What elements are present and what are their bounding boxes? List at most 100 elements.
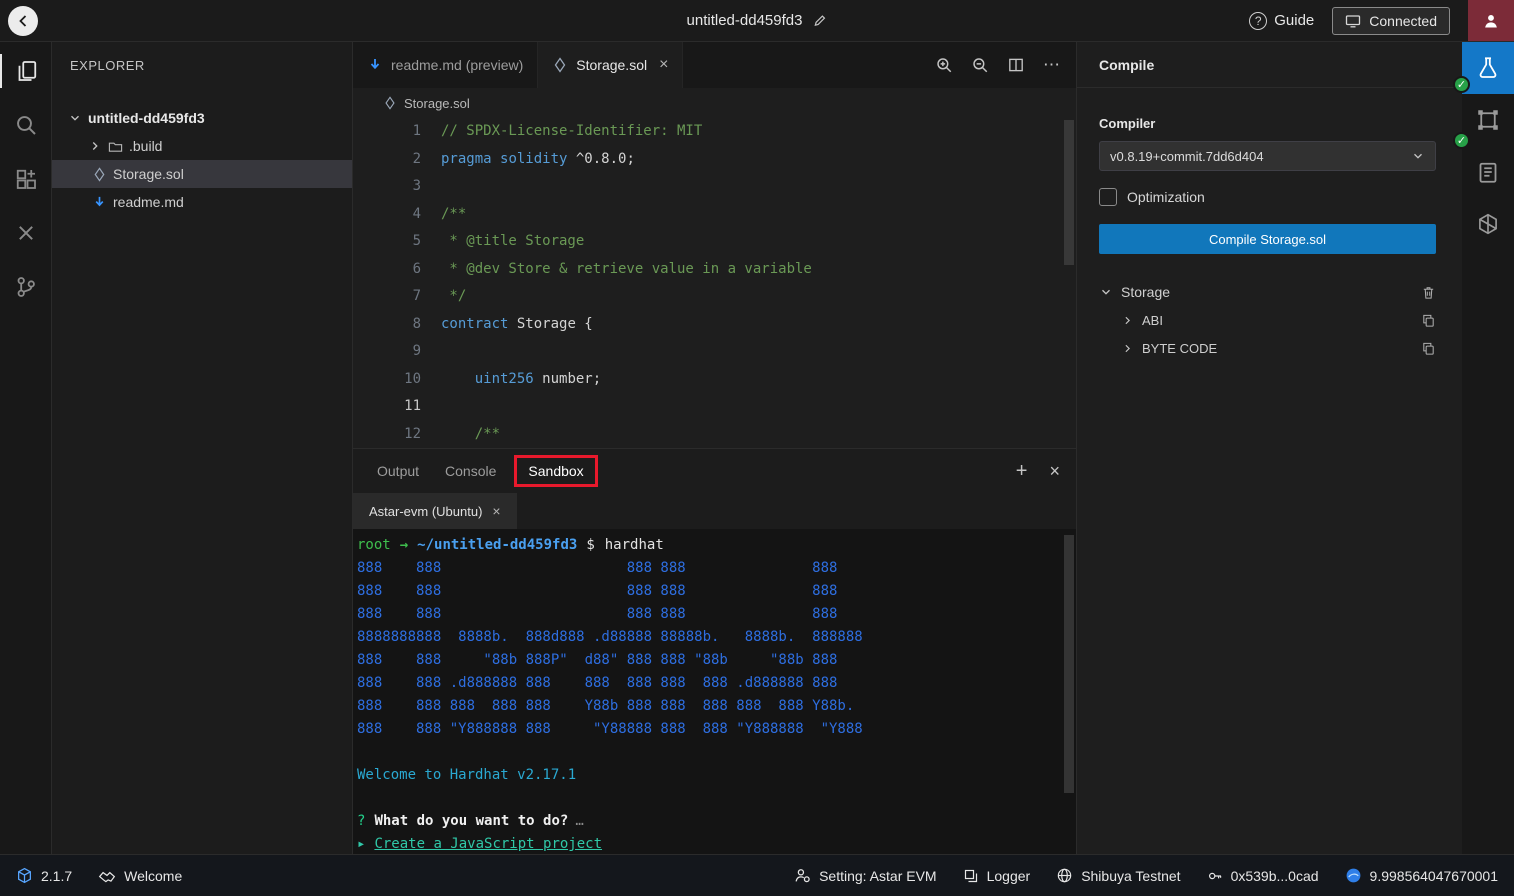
sidebar-item-disconnect[interactable] bbox=[0, 216, 52, 250]
delete-icon[interactable] bbox=[1421, 285, 1436, 300]
code-line[interactable]: 5 * @title Storage bbox=[353, 228, 1076, 256]
compile-button[interactable]: Compile Storage.sol bbox=[1099, 224, 1436, 254]
close-panel-icon[interactable]: × bbox=[1049, 461, 1060, 482]
panel-tab-output[interactable]: Output bbox=[369, 457, 427, 485]
code-line[interactable]: 7 */ bbox=[353, 283, 1076, 311]
file-tree: untitled-dd459fd3 .build Storage.sol rea… bbox=[52, 104, 352, 216]
line-number: 1 bbox=[353, 118, 421, 146]
optimization-checkbox[interactable] bbox=[1099, 188, 1117, 206]
contract-name: Storage bbox=[1121, 284, 1170, 300]
prompt-symbol: $ bbox=[586, 537, 594, 553]
line-content: */ bbox=[421, 283, 466, 311]
ascii-art-line: 888 888 "88b 888P" d88" 888 888 "88b "88… bbox=[357, 649, 1076, 672]
code-editor[interactable]: 1// SPDX-License-Identifier: MIT2pragma … bbox=[353, 118, 1076, 448]
sidebar-item-source-control[interactable] bbox=[0, 270, 52, 304]
code-line[interactable]: 9 bbox=[353, 338, 1076, 366]
terminal-option-line[interactable]: ▸Create a JavaScript project bbox=[357, 833, 1076, 854]
edit-title-icon[interactable] bbox=[812, 13, 827, 28]
code-line[interactable]: 3 bbox=[353, 173, 1076, 201]
setting-astar-evm[interactable]: Setting: Astar EVM bbox=[794, 867, 937, 884]
new-terminal-icon[interactable]: + bbox=[1016, 460, 1028, 483]
network-indicator[interactable]: Shibuya Testnet bbox=[1056, 867, 1180, 884]
contract-storage-row[interactable]: Storage bbox=[1099, 278, 1436, 306]
chevron-right-icon bbox=[1121, 342, 1134, 355]
bytecode-row[interactable]: BYTE CODE bbox=[1099, 334, 1436, 362]
person-gear-icon bbox=[794, 867, 811, 884]
tab-readme[interactable]: readme.md (preview) bbox=[353, 42, 538, 88]
editor-actions: ⋯ bbox=[935, 42, 1076, 88]
terminal-blank-line bbox=[357, 741, 1076, 764]
code-line[interactable]: 2pragma solidity ^0.8.0; bbox=[353, 146, 1076, 174]
activity-bar-right: ✓ ✓ bbox=[1462, 42, 1514, 854]
more-actions-icon[interactable]: ⋯ bbox=[1043, 55, 1060, 75]
panel-item-ai[interactable] bbox=[1462, 198, 1514, 250]
tab-storage[interactable]: Storage.sol × bbox=[538, 42, 683, 88]
code-line[interactable]: 10 uint256 number; bbox=[353, 366, 1076, 394]
abi-row[interactable]: ABI bbox=[1099, 306, 1436, 334]
activity-bar-left bbox=[0, 42, 52, 854]
terminal-tab-label: Astar-evm (Ubuntu) bbox=[369, 504, 482, 519]
avatar[interactable] bbox=[1468, 0, 1514, 41]
network-label: Shibuya Testnet bbox=[1081, 868, 1180, 884]
compiler-version-select[interactable]: v0.8.19+commit.7dd6d404 bbox=[1099, 141, 1436, 171]
terminal[interactable]: root→~/untitled-dd459fd3$hardhat 888 888… bbox=[353, 529, 1076, 854]
code-line[interactable]: 8contract Storage { bbox=[353, 311, 1076, 339]
guide-button[interactable]: ? Guide bbox=[1249, 12, 1314, 30]
welcome-button[interactable]: Welcome bbox=[98, 867, 182, 885]
chevron-right-icon bbox=[1121, 314, 1134, 327]
option-create-js-project[interactable]: Create a JavaScript project bbox=[374, 836, 602, 852]
line-content: uint256 number; bbox=[421, 366, 601, 394]
compile-success-badge: ✓ bbox=[1453, 76, 1470, 93]
tree-item-project-root[interactable]: untitled-dd459fd3 bbox=[52, 104, 352, 132]
tree-item-storage-sol[interactable]: Storage.sol bbox=[52, 160, 352, 188]
editor-group: readme.md (preview) Storage.sol × ⋯ bbox=[353, 42, 1076, 854]
panel-actions: + × bbox=[1016, 460, 1060, 483]
back-button[interactable] bbox=[8, 6, 38, 36]
compiler-version-value: v0.8.19+commit.7dd6d404 bbox=[1110, 149, 1264, 164]
compile-panel: Compile Compiler v0.8.19+commit.7dd6d404… bbox=[1076, 42, 1462, 854]
astar-token-icon bbox=[1345, 867, 1362, 884]
panel-tab-sandbox[interactable]: Sandbox bbox=[514, 455, 597, 487]
optimization-label: Optimization bbox=[1127, 189, 1205, 205]
line-content: * @title Storage bbox=[421, 228, 584, 256]
tree-item-build-folder[interactable]: .build bbox=[52, 132, 352, 160]
sidebar-item-explorer[interactable] bbox=[0, 54, 52, 88]
editor-scrollbar[interactable] bbox=[1064, 120, 1074, 265]
close-terminal-icon[interactable]: × bbox=[492, 503, 500, 519]
line-number: 10 bbox=[353, 366, 421, 394]
chevron-down-icon bbox=[68, 111, 82, 125]
copy-icon[interactable] bbox=[1421, 313, 1436, 328]
wallet-address[interactable]: 0x539b...0cad bbox=[1207, 868, 1319, 884]
zoom-in-icon[interactable] bbox=[935, 56, 953, 74]
balance-label: 9.998564047670001 bbox=[1370, 868, 1498, 884]
tree-item-readme-md[interactable]: readme.md bbox=[52, 188, 352, 216]
code-line[interactable]: 11 bbox=[353, 393, 1076, 421]
statusbar-right: Setting: Astar EVM Logger Shibuya Testne… bbox=[794, 867, 1498, 884]
code-line[interactable]: 1// SPDX-License-Identifier: MIT bbox=[353, 118, 1076, 146]
zoom-out-icon[interactable] bbox=[971, 56, 989, 74]
line-number: 7 bbox=[353, 283, 421, 311]
sidebar-item-plugins[interactable] bbox=[0, 162, 52, 196]
tab-label: Storage.sol bbox=[576, 57, 647, 73]
ascii-art-line: 888 888 "Y888888 888 "Y88888 888 888 "Y8… bbox=[357, 718, 1076, 741]
terminal-scrollbar[interactable] bbox=[1064, 535, 1074, 793]
connected-button[interactable]: Connected bbox=[1332, 7, 1450, 35]
breadcrumb[interactable]: Storage.sol bbox=[353, 88, 1076, 118]
code-line[interactable]: 12 /** bbox=[353, 421, 1076, 449]
panel-item-docs[interactable] bbox=[1462, 146, 1514, 198]
panel-tab-console[interactable]: Console bbox=[437, 457, 504, 485]
code-line[interactable]: 4/** bbox=[353, 201, 1076, 229]
version-indicator[interactable]: 2.1.7 bbox=[16, 867, 72, 884]
balance-indicator[interactable]: 9.998564047670001 bbox=[1345, 867, 1498, 884]
line-content bbox=[421, 393, 441, 421]
split-editor-icon[interactable] bbox=[1007, 56, 1025, 74]
line-number: 3 bbox=[353, 173, 421, 201]
logger-button[interactable]: Logger bbox=[963, 868, 1031, 884]
line-content bbox=[421, 173, 441, 201]
copy-icon[interactable] bbox=[1421, 341, 1436, 356]
terminal-tab-astar-evm[interactable]: Astar-evm (Ubuntu) × bbox=[353, 493, 517, 529]
wallet-address-label: 0x539b...0cad bbox=[1231, 868, 1319, 884]
close-tab-icon[interactable]: × bbox=[659, 56, 668, 74]
sidebar-item-search[interactable] bbox=[0, 108, 52, 142]
code-line[interactable]: 6 * @dev Store & retrieve value in a var… bbox=[353, 256, 1076, 284]
